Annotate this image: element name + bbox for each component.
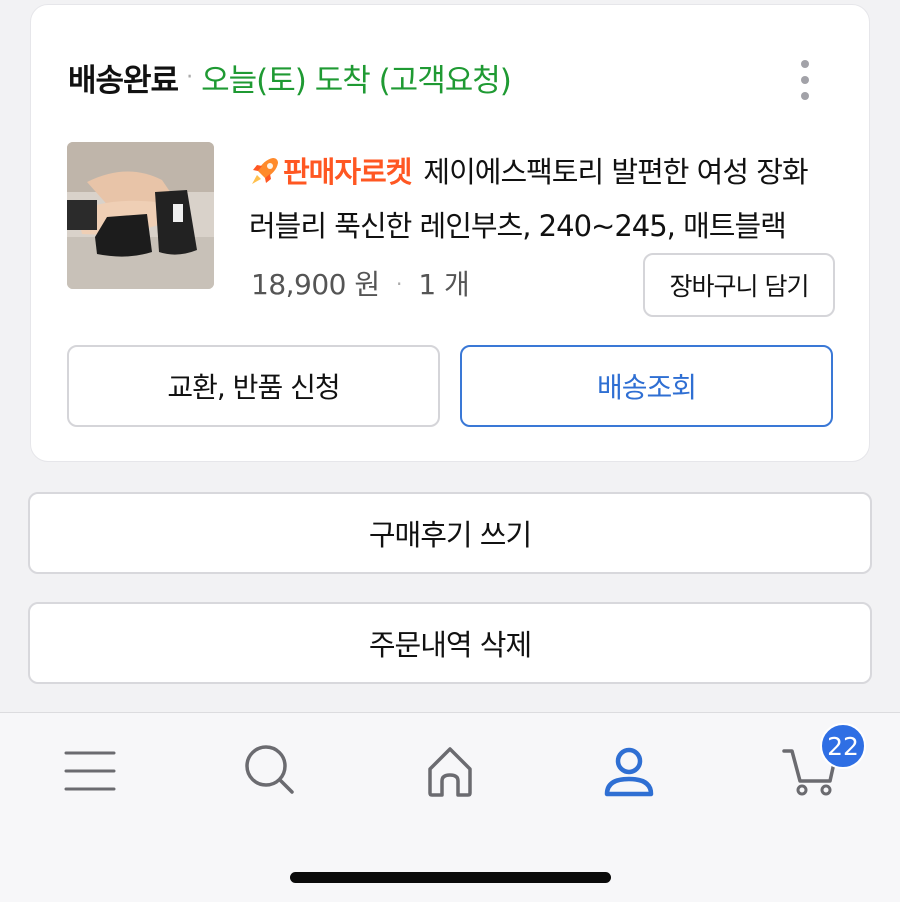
rocket-icon [252, 158, 278, 184]
status-separator: · [186, 64, 194, 90]
write-review-button[interactable]: 구매후기 쓰기 [28, 492, 872, 574]
exchange-return-button[interactable]: 교환, 반품 신청 [67, 345, 440, 427]
user-icon[interactable] [599, 741, 659, 801]
arrival-info: 오늘(토) 도착 (고객요청) [201, 62, 512, 99]
seller-rocket-badge: 판매자로켓 [249, 155, 412, 189]
delivery-status-row: 배송완료 · 오늘(토) 도착 (고객요청) [68, 55, 512, 99]
product-quantity: 1 개 [418, 268, 470, 301]
product-price: 18,900 원 [251, 268, 380, 301]
delivery-status: 배송완료 [68, 62, 179, 99]
home-indicator[interactable] [290, 872, 611, 883]
menu-icon[interactable] [60, 741, 120, 801]
order-card: 배송완료 · 오늘(토) 도착 (고객요청) 판매자로켓 제이에스팩토리 발편한… [30, 4, 870, 462]
cart-count-badge: 22 [820, 723, 866, 769]
price-separator: · [396, 272, 402, 296]
seller-badge-label: 판매자로켓 [283, 155, 412, 189]
track-delivery-button[interactable]: 배송조회 [460, 345, 833, 427]
product-thumbnail[interactable] [67, 142, 214, 289]
delete-order-button[interactable]: 주문내역 삭제 [28, 602, 872, 684]
search-icon[interactable] [240, 741, 300, 801]
home-icon[interactable] [420, 741, 480, 801]
more-vertical-icon[interactable] [799, 60, 811, 100]
product-title-block[interactable]: 판매자로켓 제이에스팩토리 발편한 여성 장화 러블리 푹신한 레인부츠, 240… [249, 145, 839, 253]
price-row: 18,900 원 · 1 개 [251, 263, 470, 303]
add-to-cart-button[interactable]: 장바구니 담기 [643, 253, 835, 317]
product-image [67, 142, 214, 289]
